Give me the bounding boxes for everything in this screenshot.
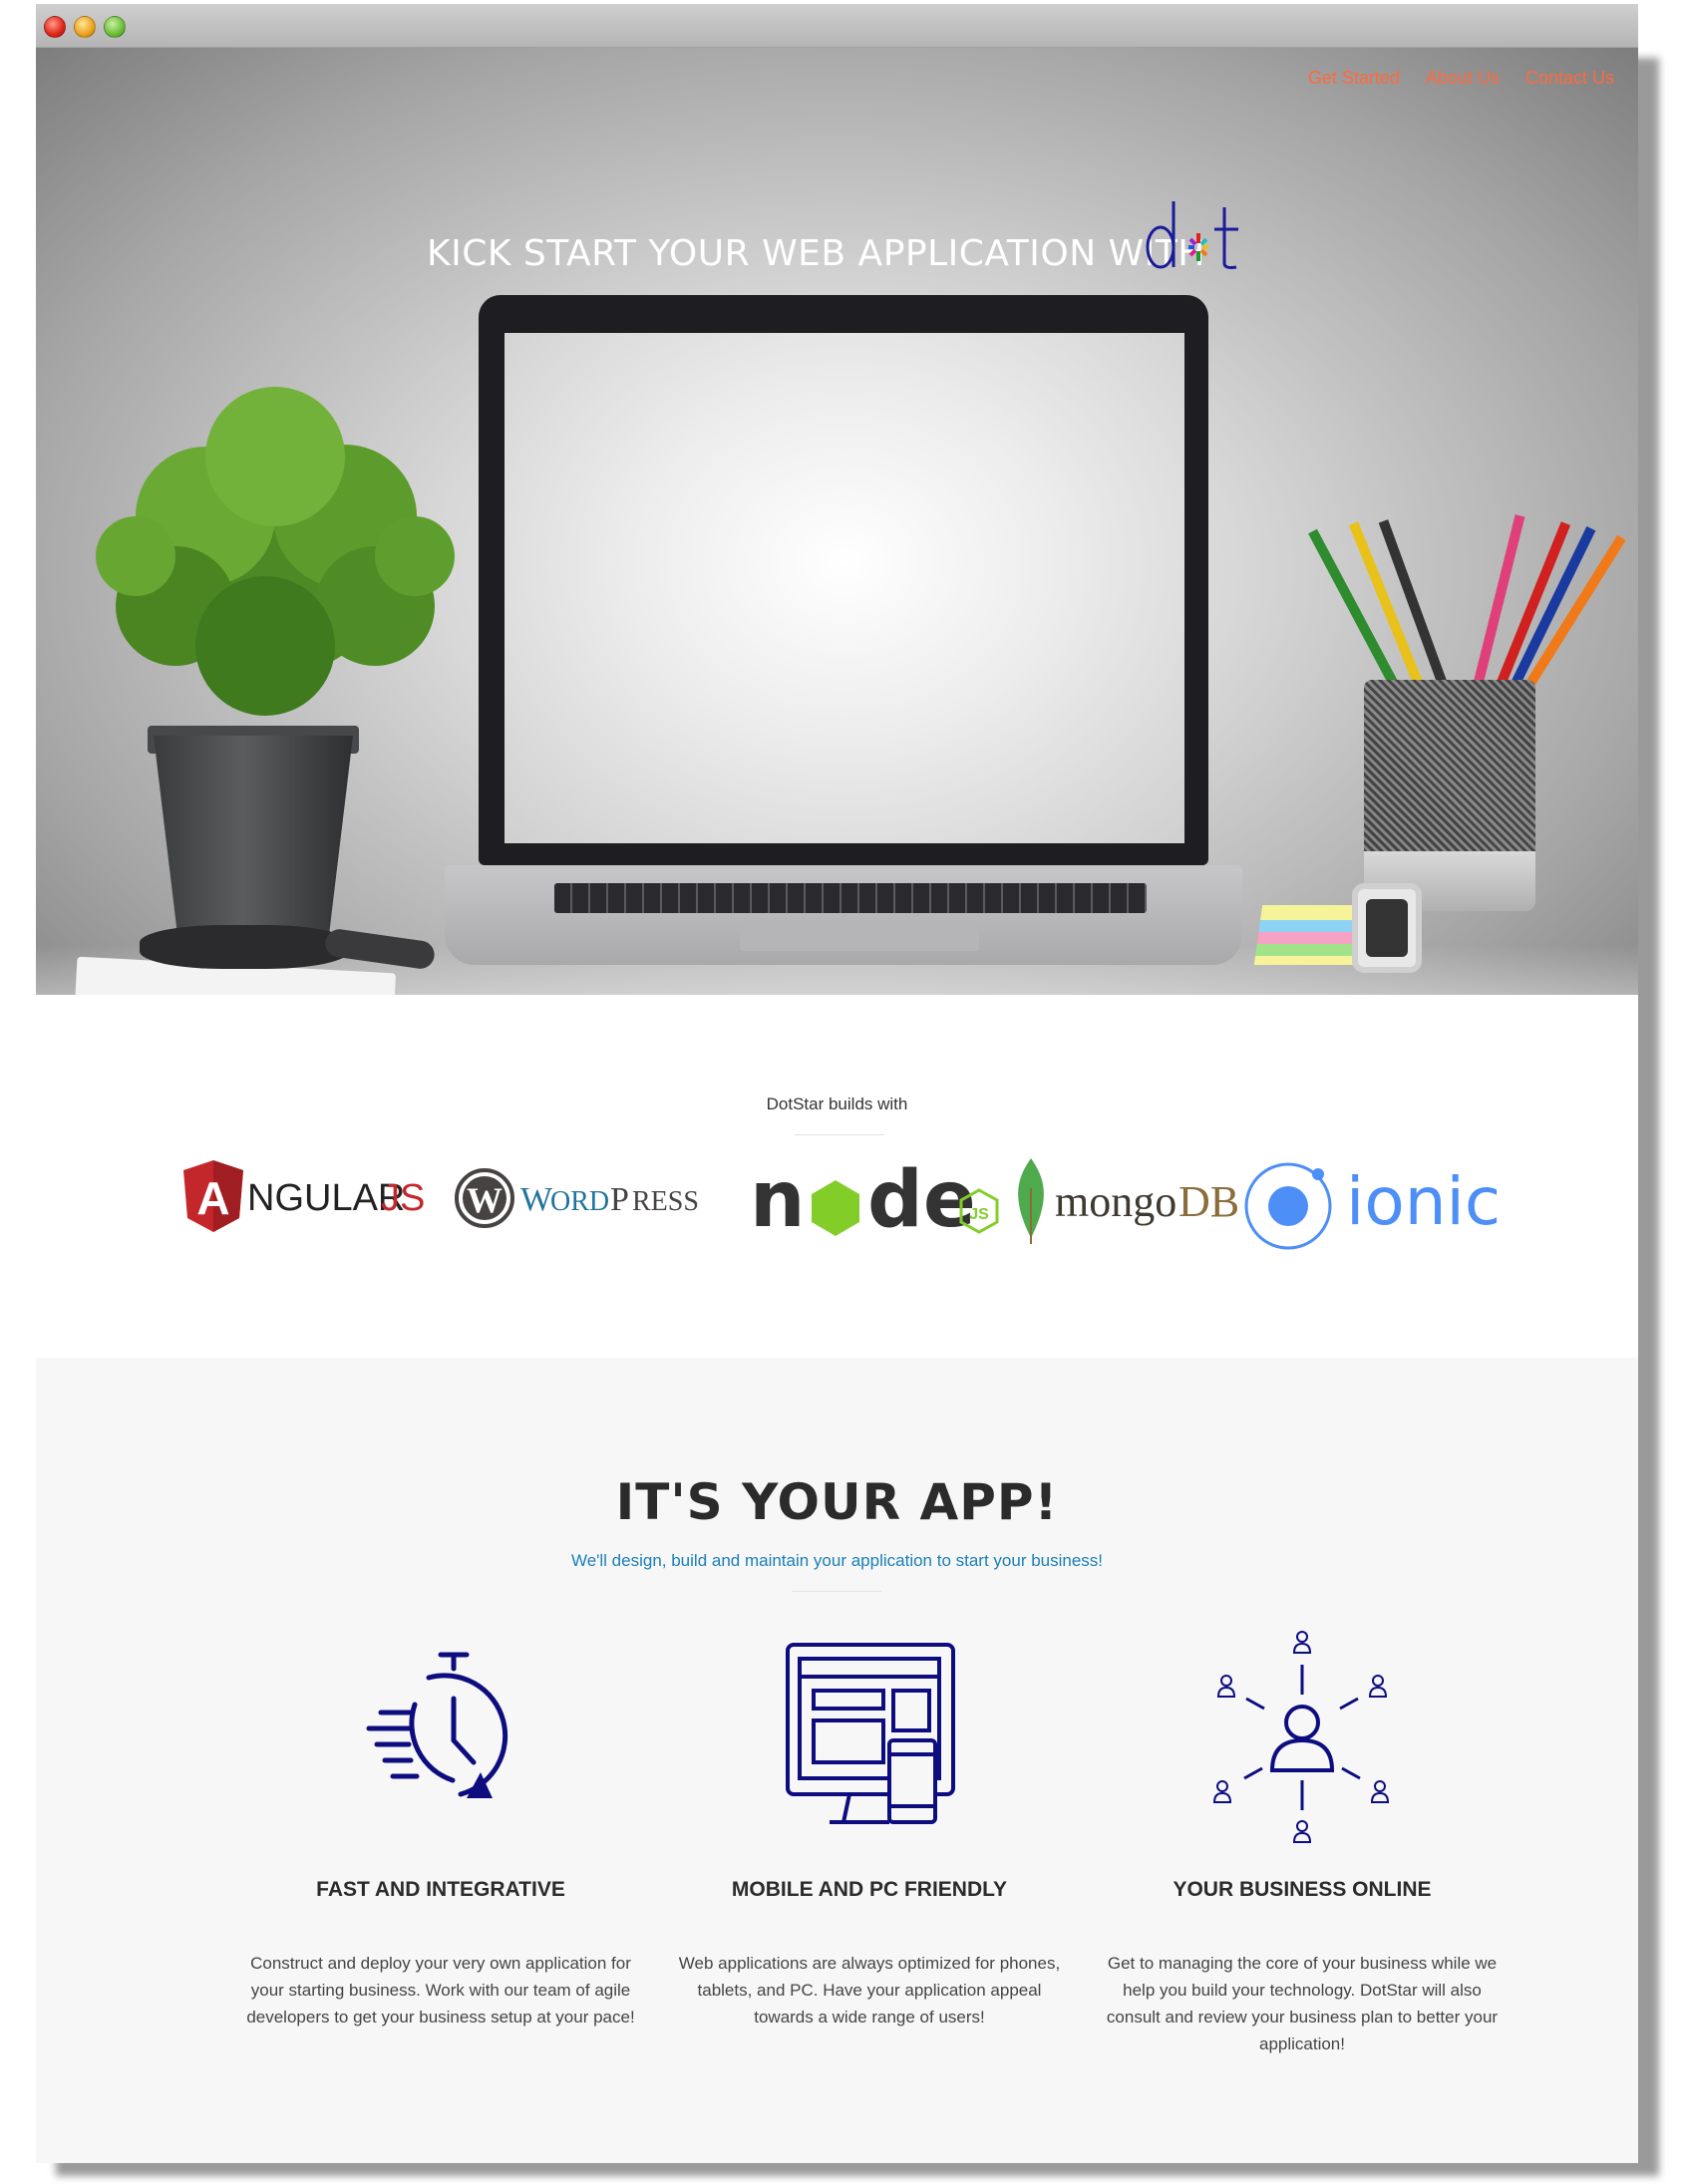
feature-title: MOBILE AND PC FRIENDLY xyxy=(731,1878,1008,1901)
devices-icon xyxy=(786,1643,955,1824)
magnifier-image xyxy=(140,925,349,969)
svg-text:ORD: ORD xyxy=(550,1186,609,1217)
wordpress-logo: W W ORD P RESS xyxy=(455,1168,699,1228)
feature-text: Construct and deploy your very own appli… xyxy=(246,1954,635,2027)
feature-fast: FAST AND INTEGRATIVE Construct and deplo… xyxy=(231,1619,650,2027)
svg-text:RESS: RESS xyxy=(632,1186,699,1217)
hero-title: KICK START YOUR WEB APPLICATION WITH xyxy=(427,233,1205,274)
section-title: IT'S YOUR APP! xyxy=(615,1473,1059,1531)
svg-text:JS: JS xyxy=(381,1177,425,1219)
svg-text:de: de xyxy=(867,1155,976,1245)
feature-title: FAST AND INTEGRATIVE xyxy=(316,1878,565,1901)
builds-with-label: DotStar builds with xyxy=(766,1094,908,1113)
mongodb-logo: mongo DB xyxy=(1018,1158,1239,1244)
smartwatch-face xyxy=(1366,899,1408,957)
ionic-logo: ionic xyxy=(1244,1162,1501,1250)
svg-text:W: W xyxy=(467,1180,503,1220)
svg-text:JS: JS xyxy=(969,1206,989,1223)
feature-mobile-pc: MOBILE AND PC FRIENDLY Web applications … xyxy=(660,1619,1079,2027)
pencil-cup xyxy=(1364,680,1535,869)
top-nav: Get Started About Us Contact Us xyxy=(1308,68,1614,89)
svg-text:mongo: mongo xyxy=(1055,1177,1177,1226)
nav-get-started[interactable]: Get Started xyxy=(1308,68,1400,89)
svg-text:W: W xyxy=(520,1181,553,1218)
nav-about-us[interactable]: About Us xyxy=(1426,68,1500,89)
plant-image xyxy=(96,387,455,716)
dotstar-logo xyxy=(1146,201,1238,269)
svg-text:n: n xyxy=(750,1155,806,1245)
laptop-keyboard xyxy=(554,883,1147,913)
plant-pot xyxy=(154,736,353,935)
nodejs-logo: n de JS xyxy=(750,1155,999,1245)
section-subtitle: We'll design, build and maintain your ap… xyxy=(570,1551,1104,1570)
divider xyxy=(795,1134,884,1135)
laptop-screen xyxy=(505,333,1184,843)
pencil-pink xyxy=(1472,514,1525,692)
nav-contact-us[interactable]: Contact Us xyxy=(1525,68,1614,89)
fast-clock-icon xyxy=(366,1652,508,1798)
divider xyxy=(792,1591,881,1592)
feature-text: Get to managing the core of your busines… xyxy=(1106,1954,1499,2053)
svg-text:P: P xyxy=(610,1181,629,1218)
feature-business: YOUR BUSINESS ONLINE Get to managing the… xyxy=(1093,1619,1512,2053)
maximize-window-button[interactable] xyxy=(104,16,126,38)
pencil-red xyxy=(1494,521,1571,692)
minimize-window-button[interactable] xyxy=(74,16,96,38)
svg-text:ionic: ionic xyxy=(1346,1163,1501,1240)
feature-title: YOUR BUSINESS ONLINE xyxy=(1173,1878,1432,1901)
laptop-trackpad xyxy=(740,921,979,951)
angularjs-logo: A NGULAR JS xyxy=(183,1160,425,1232)
svg-text:DB: DB xyxy=(1178,1177,1239,1226)
feature-text: Web applications are always optimized fo… xyxy=(678,1954,1061,2027)
hero-section: Get Started About Us Contact Us KICK STA… xyxy=(36,48,1638,995)
title-bar xyxy=(36,4,1638,48)
network-user-icon xyxy=(1212,1631,1390,1843)
close-window-button[interactable] xyxy=(44,16,66,38)
tech-logos-row: A NGULAR JS W W ORD P RESS n de JS mongo xyxy=(183,1155,1501,1250)
browser-window: Get Started About Us Contact Us KICK STA… xyxy=(36,4,1638,2163)
svg-text:A: A xyxy=(196,1172,229,1224)
